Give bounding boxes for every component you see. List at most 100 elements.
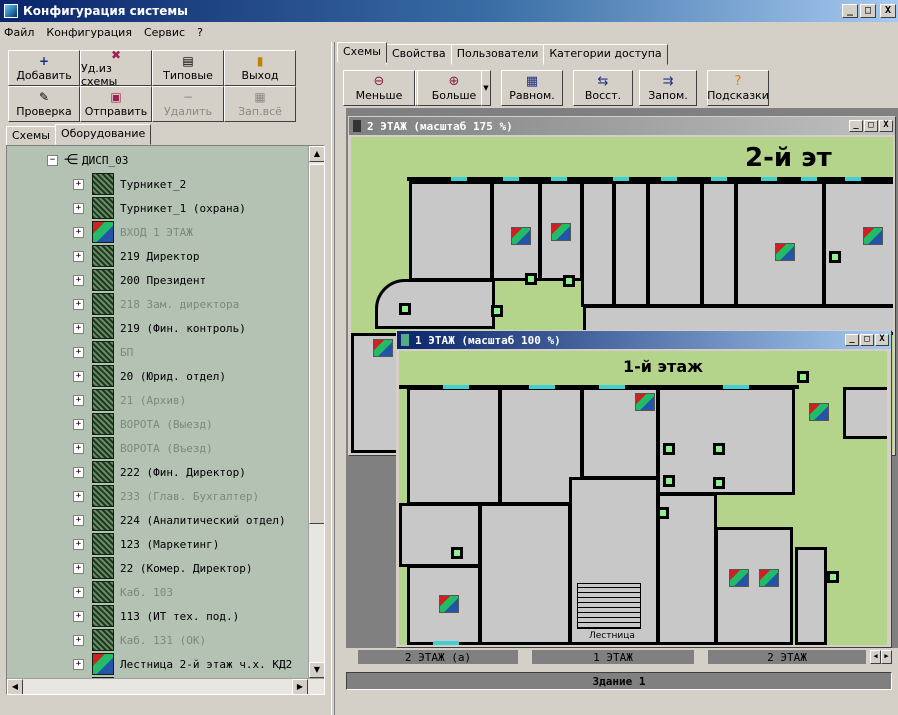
window-titlebar[interactable]: Конфигурация системы _ □ X (0, 0, 898, 22)
tab-floor2[interactable]: 2 ЭТАЖ (708, 650, 866, 664)
menu-configuration[interactable]: Конфигурация (46, 26, 132, 39)
expand-icon[interactable]: + (73, 442, 84, 454)
device-icon[interactable] (729, 569, 749, 587)
floor2-minimize-button[interactable]: _ (849, 120, 863, 132)
check-button[interactable]: ✎ Проверка (8, 86, 80, 122)
floor1-close-button[interactable]: X (875, 334, 889, 346)
tree-item[interactable]: + БП (73, 340, 133, 364)
expand-icon[interactable]: + (73, 514, 84, 526)
menu-help[interactable]: ? (197, 26, 203, 39)
sensor-icon[interactable] (491, 305, 503, 317)
tree-item[interactable]: +233 (Глав. Бухгалтер) (73, 484, 259, 508)
add-button[interactable]: + Добавить (8, 50, 80, 86)
sensor-icon[interactable] (663, 443, 675, 455)
tree-item[interactable]: +224 (Аналитический отдел) (73, 508, 286, 532)
device-icon[interactable] (809, 403, 829, 421)
maximize-button[interactable]: □ (860, 4, 876, 18)
floor1-minimize-button[interactable]: _ (845, 334, 859, 346)
remove-from-scheme-button[interactable]: ✖ Уд.из схемы (80, 48, 152, 88)
zoom-out-button[interactable]: ⊖ Меньше (343, 70, 415, 106)
tree-item[interactable]: +219 (Фин. контроль) (73, 316, 246, 340)
tree-vertical-scrollbar[interactable]: ▲ ▼ (308, 146, 324, 694)
remember-button[interactable]: ⇉ Запом. (639, 70, 697, 106)
sensor-icon[interactable] (451, 547, 463, 559)
scroll-down-icon[interactable]: ▼ (309, 662, 324, 678)
tree-item[interactable]: +21 (Архив) (73, 388, 186, 412)
device-icon[interactable] (551, 223, 571, 241)
expand-icon[interactable]: + (73, 610, 84, 622)
floor2-maximize-button[interactable]: □ (864, 120, 878, 132)
zoom-in-button[interactable]: ⊕ Больше (417, 70, 491, 106)
tree-item[interactable]: +218 Зам. директора (73, 292, 239, 316)
floor1-plan[interactable]: 1-й этаж Лестница (399, 351, 887, 645)
tree-item[interactable]: +22 (Комер. Директор) (73, 556, 252, 580)
tree-item[interactable]: +222 (Фин. Директор) (73, 460, 246, 484)
save-all-button[interactable]: ▦ Зап.всё (224, 86, 296, 122)
menu-file[interactable]: Файл (4, 26, 34, 39)
device-icon[interactable] (635, 393, 655, 411)
tree-item[interactable]: +200 Президент (73, 268, 206, 292)
expand-icon[interactable]: + (73, 226, 84, 238)
exit-button[interactable]: ▮ Выход (224, 50, 296, 86)
scroll-right-icon[interactable]: ▶ (292, 679, 308, 694)
tree-item[interactable]: + ВОРОТА (Выезд) (73, 412, 213, 436)
templates-button[interactable]: ▤ Типовые (152, 50, 224, 86)
sensor-icon[interactable] (563, 275, 575, 287)
expand-icon[interactable]: + (73, 322, 84, 334)
expand-icon[interactable]: + (73, 274, 84, 286)
device-icon[interactable] (863, 227, 883, 245)
expand-icon[interactable]: + (73, 490, 84, 502)
tree-item[interactable]: + ВОРОТА (Въезд) (73, 436, 213, 460)
sensor-icon[interactable] (797, 371, 809, 383)
expand-icon[interactable]: + (73, 538, 84, 550)
tree-item[interactable]: + Каб. 103 (73, 580, 173, 604)
tree-item[interactable]: +123 (Маркетинг) (73, 532, 219, 556)
tab-users[interactable]: Пользователи (450, 44, 545, 65)
menu-service[interactable]: Сервис (144, 26, 185, 39)
tab-floor2a[interactable]: 2 ЭТАЖ (а) (358, 650, 518, 664)
tree-item[interactable]: + Каб. 131 (ОК) (73, 628, 206, 652)
device-icon[interactable] (759, 569, 779, 587)
device-icon[interactable] (511, 227, 531, 245)
scroll-thumb[interactable] (309, 164, 324, 524)
expand-icon[interactable]: + (73, 418, 84, 430)
floor1-window[interactable]: 1 ЭТАЖ (масштаб 100 %) _ □ X 1-й этаж Лест… (396, 330, 892, 648)
expand-icon[interactable]: + (73, 658, 84, 670)
expand-icon[interactable]: + (73, 370, 84, 382)
expand-icon[interactable]: + (73, 178, 84, 190)
tree-item[interactable]: +219 Директор (73, 244, 199, 268)
expand-icon[interactable]: + (73, 466, 84, 478)
zoom-in-dropdown-icon[interactable]: ▼ (481, 70, 491, 106)
expand-icon[interactable]: + (73, 250, 84, 262)
expand-icon[interactable]: + (73, 394, 84, 406)
close-button[interactable]: X (880, 4, 896, 18)
collapse-icon[interactable]: − (47, 154, 58, 166)
tab-schemes-right[interactable]: Схемы (337, 42, 387, 63)
expand-icon[interactable]: + (73, 634, 84, 646)
tabs-right-icon[interactable]: ▶ (881, 650, 892, 664)
tree-item[interactable]: +20 (Юрид. отдел) (73, 364, 226, 388)
hints-button[interactable]: ? Подсказки (707, 70, 769, 106)
tabs-left-icon[interactable]: ◀ (870, 650, 881, 664)
sensor-icon[interactable] (713, 443, 725, 455)
floor1-maximize-button[interactable]: □ (860, 334, 874, 346)
tab-schemes[interactable]: Схемы (6, 126, 56, 147)
floor1-titlebar[interactable]: 1 ЭТАЖ (масштаб 100 %) _ □ X (397, 331, 891, 349)
sensor-icon[interactable] (657, 507, 669, 519)
sensor-icon[interactable] (829, 251, 841, 263)
tree-item[interactable]: + ВХОД 1 ЭТАЖ (73, 220, 193, 244)
tree-item[interactable]: +113 (ИТ тех. под.) (73, 604, 239, 628)
tab-floor1[interactable]: 1 ЭТАЖ (532, 650, 694, 664)
tree-item[interactable]: + Турникет_2 (73, 172, 186, 196)
fit-button[interactable]: ▦ Равном. (501, 70, 563, 106)
tab-equipment[interactable]: Оборудование (54, 124, 152, 145)
tab-access-categories[interactable]: Категории доступа (543, 44, 668, 65)
expand-icon[interactable]: + (73, 298, 84, 310)
tree-item[interactable]: + Турникет_1 (охрана) (73, 196, 246, 220)
device-icon[interactable] (775, 243, 795, 261)
expand-icon[interactable]: + (73, 202, 84, 214)
expand-icon[interactable]: + (73, 346, 84, 358)
expand-icon[interactable]: + (73, 586, 84, 598)
delete-button[interactable]: − Удалить (152, 86, 224, 122)
send-button[interactable]: ▣ Отправить (80, 86, 152, 122)
